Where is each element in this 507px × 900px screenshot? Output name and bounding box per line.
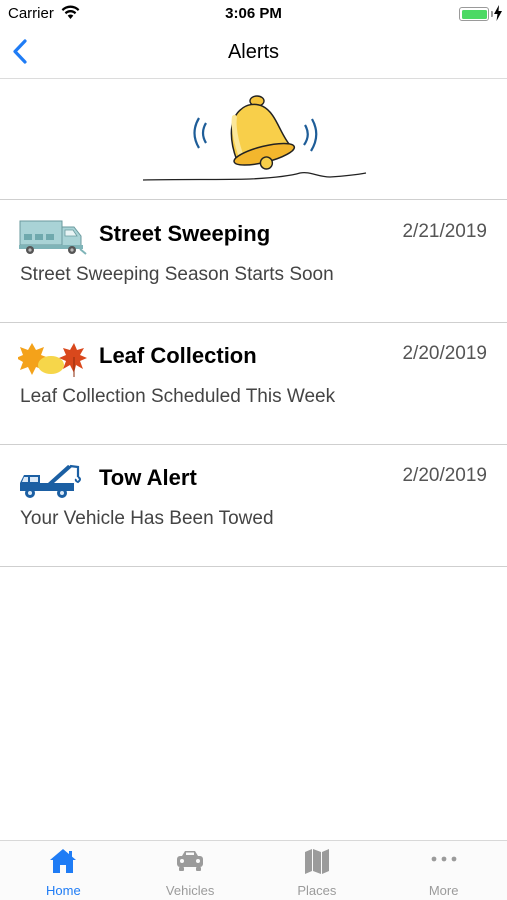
alert-row-leaf-collection[interactable]: Leaf Collection 2/20/2019 Leaf Collectio… <box>0 323 507 445</box>
alert-title: Leaf Collection <box>99 343 257 368</box>
tab-vehicles[interactable]: Vehicles <box>127 841 254 900</box>
alert-row-tow-alert[interactable]: Tow Alert 2/20/2019 Your Vehicle Has Bee… <box>0 445 507 567</box>
more-dots-icon <box>431 856 457 862</box>
alert-row-street-sweeping[interactable]: Street Sweeping 2/21/2019 Street Sweepin… <box>0 201 507 323</box>
alert-date: 2/21/2019 <box>402 221 487 242</box>
alerts-banner <box>0 79 507 200</box>
alert-message: Your Vehicle Has Been Towed <box>20 508 274 529</box>
battery-icon <box>459 7 489 21</box>
alert-date: 2/20/2019 <box>402 465 487 486</box>
battery-tip <box>491 11 493 17</box>
tab-places[interactable]: Places <box>254 841 381 900</box>
tab-more[interactable]: More <box>380 841 507 900</box>
tab-bar: Home Vehicles Places More <box>0 840 507 900</box>
navigation-bar: Alerts <box>0 28 507 79</box>
street-sweeper-truck-icon <box>19 220 87 255</box>
alert-date: 2/20/2019 <box>402 343 487 364</box>
autumn-leaves-icon <box>18 343 87 377</box>
map-icon <box>304 849 329 874</box>
ringing-bell-icon <box>142 95 367 181</box>
tab-label: Vehicles <box>165 883 215 898</box>
alerts-list: Street Sweeping 2/21/2019 Street Sweepin… <box>0 201 507 567</box>
home-icon <box>50 849 77 873</box>
alert-message: Street Sweeping Season Starts Soon <box>20 264 334 285</box>
car-icon <box>177 851 204 871</box>
tab-label: More <box>428 883 459 898</box>
charging-bolt-icon <box>494 5 502 21</box>
tab-label: Places <box>297 883 337 898</box>
alert-message: Leaf Collection Scheduled This Week <box>20 386 336 407</box>
tab-home[interactable]: Home <box>0 841 127 900</box>
status-time: 3:06 PM <box>225 5 282 22</box>
alert-title: Tow Alert <box>99 465 197 490</box>
tow-truck-icon <box>20 464 81 498</box>
page-title: Alerts <box>227 41 280 63</box>
status-bar: Carrier 3:06 PM <box>0 0 507 28</box>
alert-title: Street Sweeping <box>99 221 271 246</box>
tab-label: Home <box>46 883 81 898</box>
